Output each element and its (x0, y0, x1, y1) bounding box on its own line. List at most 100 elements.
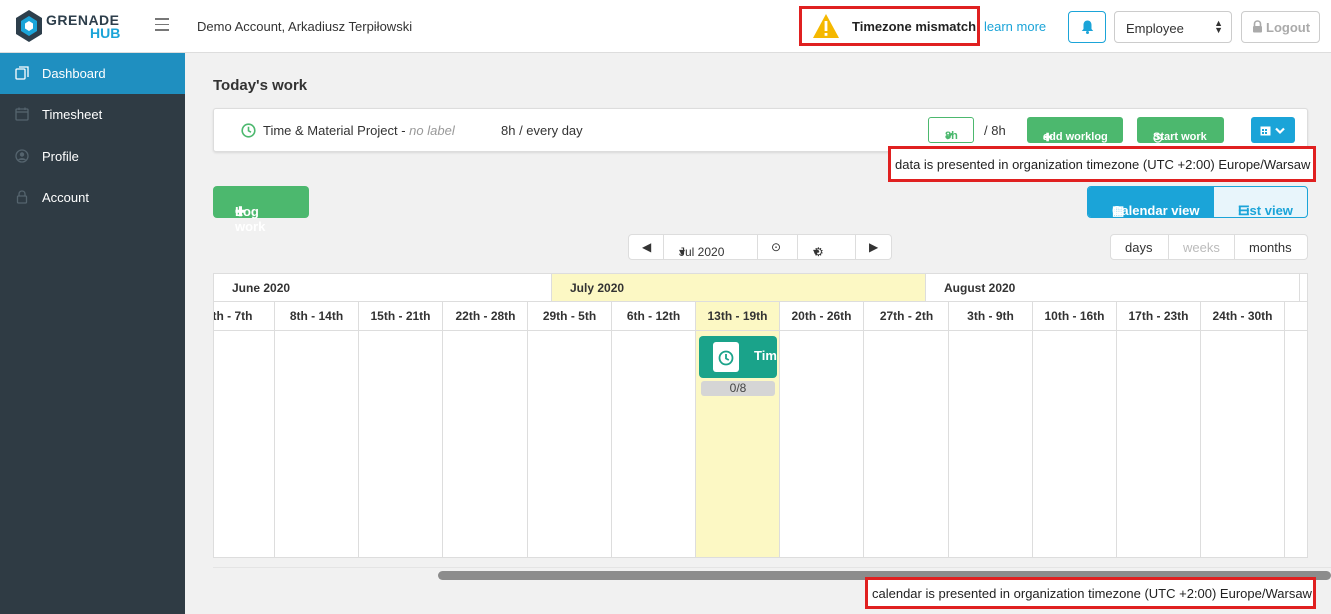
month-header-row: June 2020 July 2020 August 2020 (214, 274, 1307, 302)
week-column[interactable] (1201, 331, 1285, 557)
calendar-grid: June 2020 July 2020 August 2020 th - 7th… (213, 273, 1308, 558)
month-header: June 2020 (214, 274, 552, 301)
next-button[interactable]: ▶ (856, 235, 891, 259)
week-label: 8th - 14th (289, 309, 344, 323)
page-title: Today's work (213, 77, 308, 94)
calendar-view-button[interactable]: ▦ Calendar view (1088, 187, 1214, 217)
week-header-cell: 17th - 23th (1117, 302, 1201, 330)
sidebar: Dashboard Timesheet Profile Account (0, 53, 185, 614)
clock-icon (718, 350, 734, 366)
start-work-button[interactable]: ◷ Start work (1137, 117, 1224, 144)
caret-down-icon: ▾ (813, 245, 820, 259)
week-header-cell: 29th - 5th (528, 302, 612, 330)
timezone-mismatch-alert: Timezone mismatch (799, 6, 980, 46)
select-arrows-icon: ▲ ▼ (1214, 18, 1223, 35)
week-column[interactable] (1117, 331, 1201, 557)
lock-icon (16, 190, 28, 204)
role-select[interactable]: Employee ▲ ▼ (1114, 11, 1232, 43)
logout-label: Logout (1266, 20, 1311, 35)
target-icon: ⊙ (771, 240, 782, 254)
week-header-cell: 15th - 21th (359, 302, 443, 330)
week-label: 13th - 19th (707, 309, 768, 323)
project-name: Time & Material Project - no label (263, 123, 455, 138)
week-column[interactable] (1033, 331, 1117, 557)
sidebar-item-timesheet[interactable]: Timesheet (0, 94, 185, 135)
sidebar-item-profile[interactable]: Profile (0, 136, 185, 177)
week-label: 20th - 26th (791, 309, 852, 323)
settings-dropdown[interactable]: ⚙ ▾ (798, 235, 856, 259)
week-column[interactable] (865, 331, 949, 557)
week-header-cell: 22th - 28th (444, 302, 528, 330)
week-label: 3 (1286, 309, 1307, 323)
calendar-dropdown-button[interactable] (1251, 117, 1295, 143)
week-column[interactable] (214, 331, 275, 557)
menu-toggle-icon[interactable] (155, 18, 169, 32)
grenade-hub-logo[interactable]: GRENADE HUB (16, 10, 126, 42)
logo-icon (16, 10, 42, 42)
week-header-cell: th - 7th (213, 302, 275, 330)
list-view-button[interactable]: ☰ List view (1214, 187, 1307, 217)
week-column[interactable] (612, 331, 696, 557)
month-label: June 2020 (232, 281, 291, 295)
week-label: 10th - 16th (1044, 309, 1105, 323)
week-label: th - 7th (213, 309, 253, 323)
add-worklog-button[interactable]: ✚ add worklog (1027, 117, 1123, 144)
dashboard-icon (15, 66, 29, 80)
week-label: 17th - 23th (1128, 309, 1189, 323)
week-label: 15th - 21th (370, 309, 431, 323)
event-hours-count: 0/8 (701, 381, 775, 396)
week-column[interactable] (949, 331, 1033, 557)
range-days-button[interactable]: days (1111, 235, 1169, 259)
project-label: no label (409, 123, 455, 138)
warning-icon (813, 14, 839, 38)
month-picker[interactable]: Jul 2020 ▾ (664, 235, 758, 259)
learn-more-link[interactable]: learn more (984, 19, 1046, 34)
timezone-note-text: data is presented in organization timezo… (895, 157, 1311, 172)
month-header: August 2020 (926, 274, 1300, 301)
log-work-button[interactable]: ✚ Log work (213, 186, 309, 234)
sidebar-item-dashboard[interactable]: Dashboard (0, 53, 185, 94)
project-title: Time & Material Project (263, 123, 398, 138)
month-header-current: July 2020 (552, 274, 926, 301)
clock-icon (241, 123, 256, 138)
week-header-row: th - 7th 8th - 14th 15th - 21th 22th - 28th… (213, 302, 1307, 331)
logged-hours-badge[interactable]: ✔ 8h (928, 117, 974, 143)
calendar-navigation: ◀ Jul 2020 ▾ ⊙ ⚙ ▾ ▶ (628, 234, 892, 260)
week-column[interactable] (528, 331, 612, 557)
event-label: Tim (754, 348, 777, 363)
week-header-cell: 13th - 19th (696, 302, 780, 330)
chevron-right-icon: ▶ (869, 240, 879, 254)
range-toggle: days weeks months (1110, 234, 1308, 260)
week-column[interactable] (780, 331, 864, 557)
month-label: July 2020 (570, 281, 625, 295)
notifications-button[interactable] (1068, 11, 1106, 43)
bell-icon (1081, 20, 1094, 34)
project-separator: - (397, 123, 410, 138)
prev-button[interactable]: ◀ (629, 235, 664, 259)
week-label: 3th - 9th (967, 309, 1014, 323)
add-worklog-label: add worklog (1043, 131, 1108, 143)
week-column[interactable] (444, 331, 528, 557)
week-label: 22th - 28th (455, 309, 516, 323)
timezone-note-text: calendar is presented in organization ti… (872, 586, 1312, 601)
logout-button[interactable]: Logout (1241, 11, 1320, 43)
timezone-mismatch-text: Timezone mismatch (852, 19, 977, 34)
account-name: Demo Account, Arkadiusz Terpiłowski (197, 19, 413, 34)
week-column[interactable] (1286, 331, 1307, 557)
sidebar-item-label: Timesheet (42, 107, 103, 122)
week-label: 27th - 2th (879, 309, 934, 323)
calendar-icon (1260, 126, 1271, 136)
range-weeks-button[interactable]: weeks (1169, 235, 1235, 259)
range-months-button[interactable]: months (1235, 235, 1307, 259)
today-button[interactable]: ⊙ (758, 235, 798, 259)
calendar-view-label: Calendar view (1112, 203, 1200, 218)
worklog-event[interactable]: Tim (699, 336, 777, 378)
range-label: days (1125, 240, 1153, 255)
log-work-label: Log work (235, 204, 266, 234)
range-label: weeks (1183, 240, 1220, 255)
range-label: months (1249, 240, 1292, 255)
week-column[interactable] (359, 331, 443, 557)
week-column[interactable] (275, 331, 359, 557)
sidebar-item-account[interactable]: Account (0, 177, 185, 218)
logged-hours: 8h (945, 130, 958, 142)
